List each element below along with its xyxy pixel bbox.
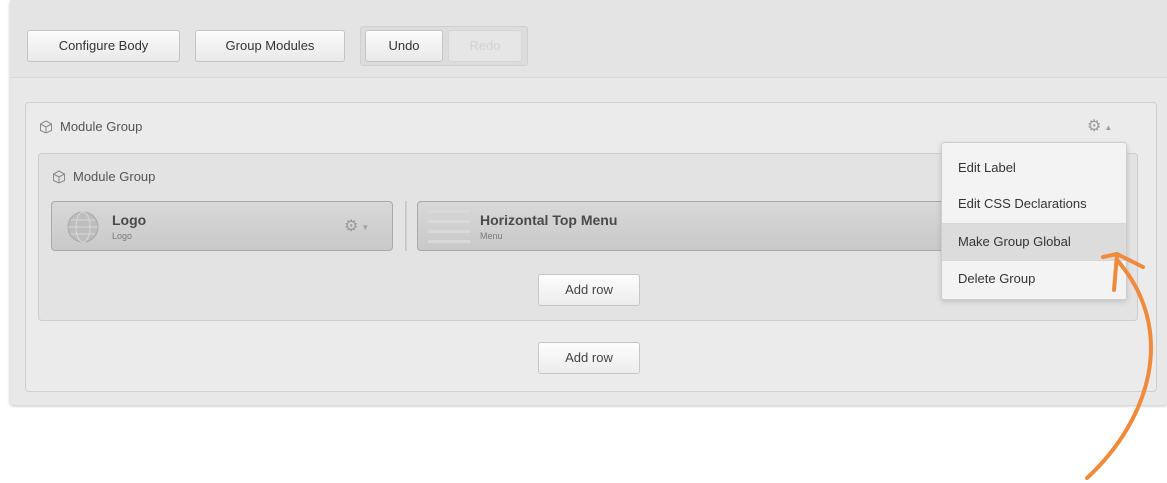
callout-arrow xyxy=(1085,252,1153,480)
